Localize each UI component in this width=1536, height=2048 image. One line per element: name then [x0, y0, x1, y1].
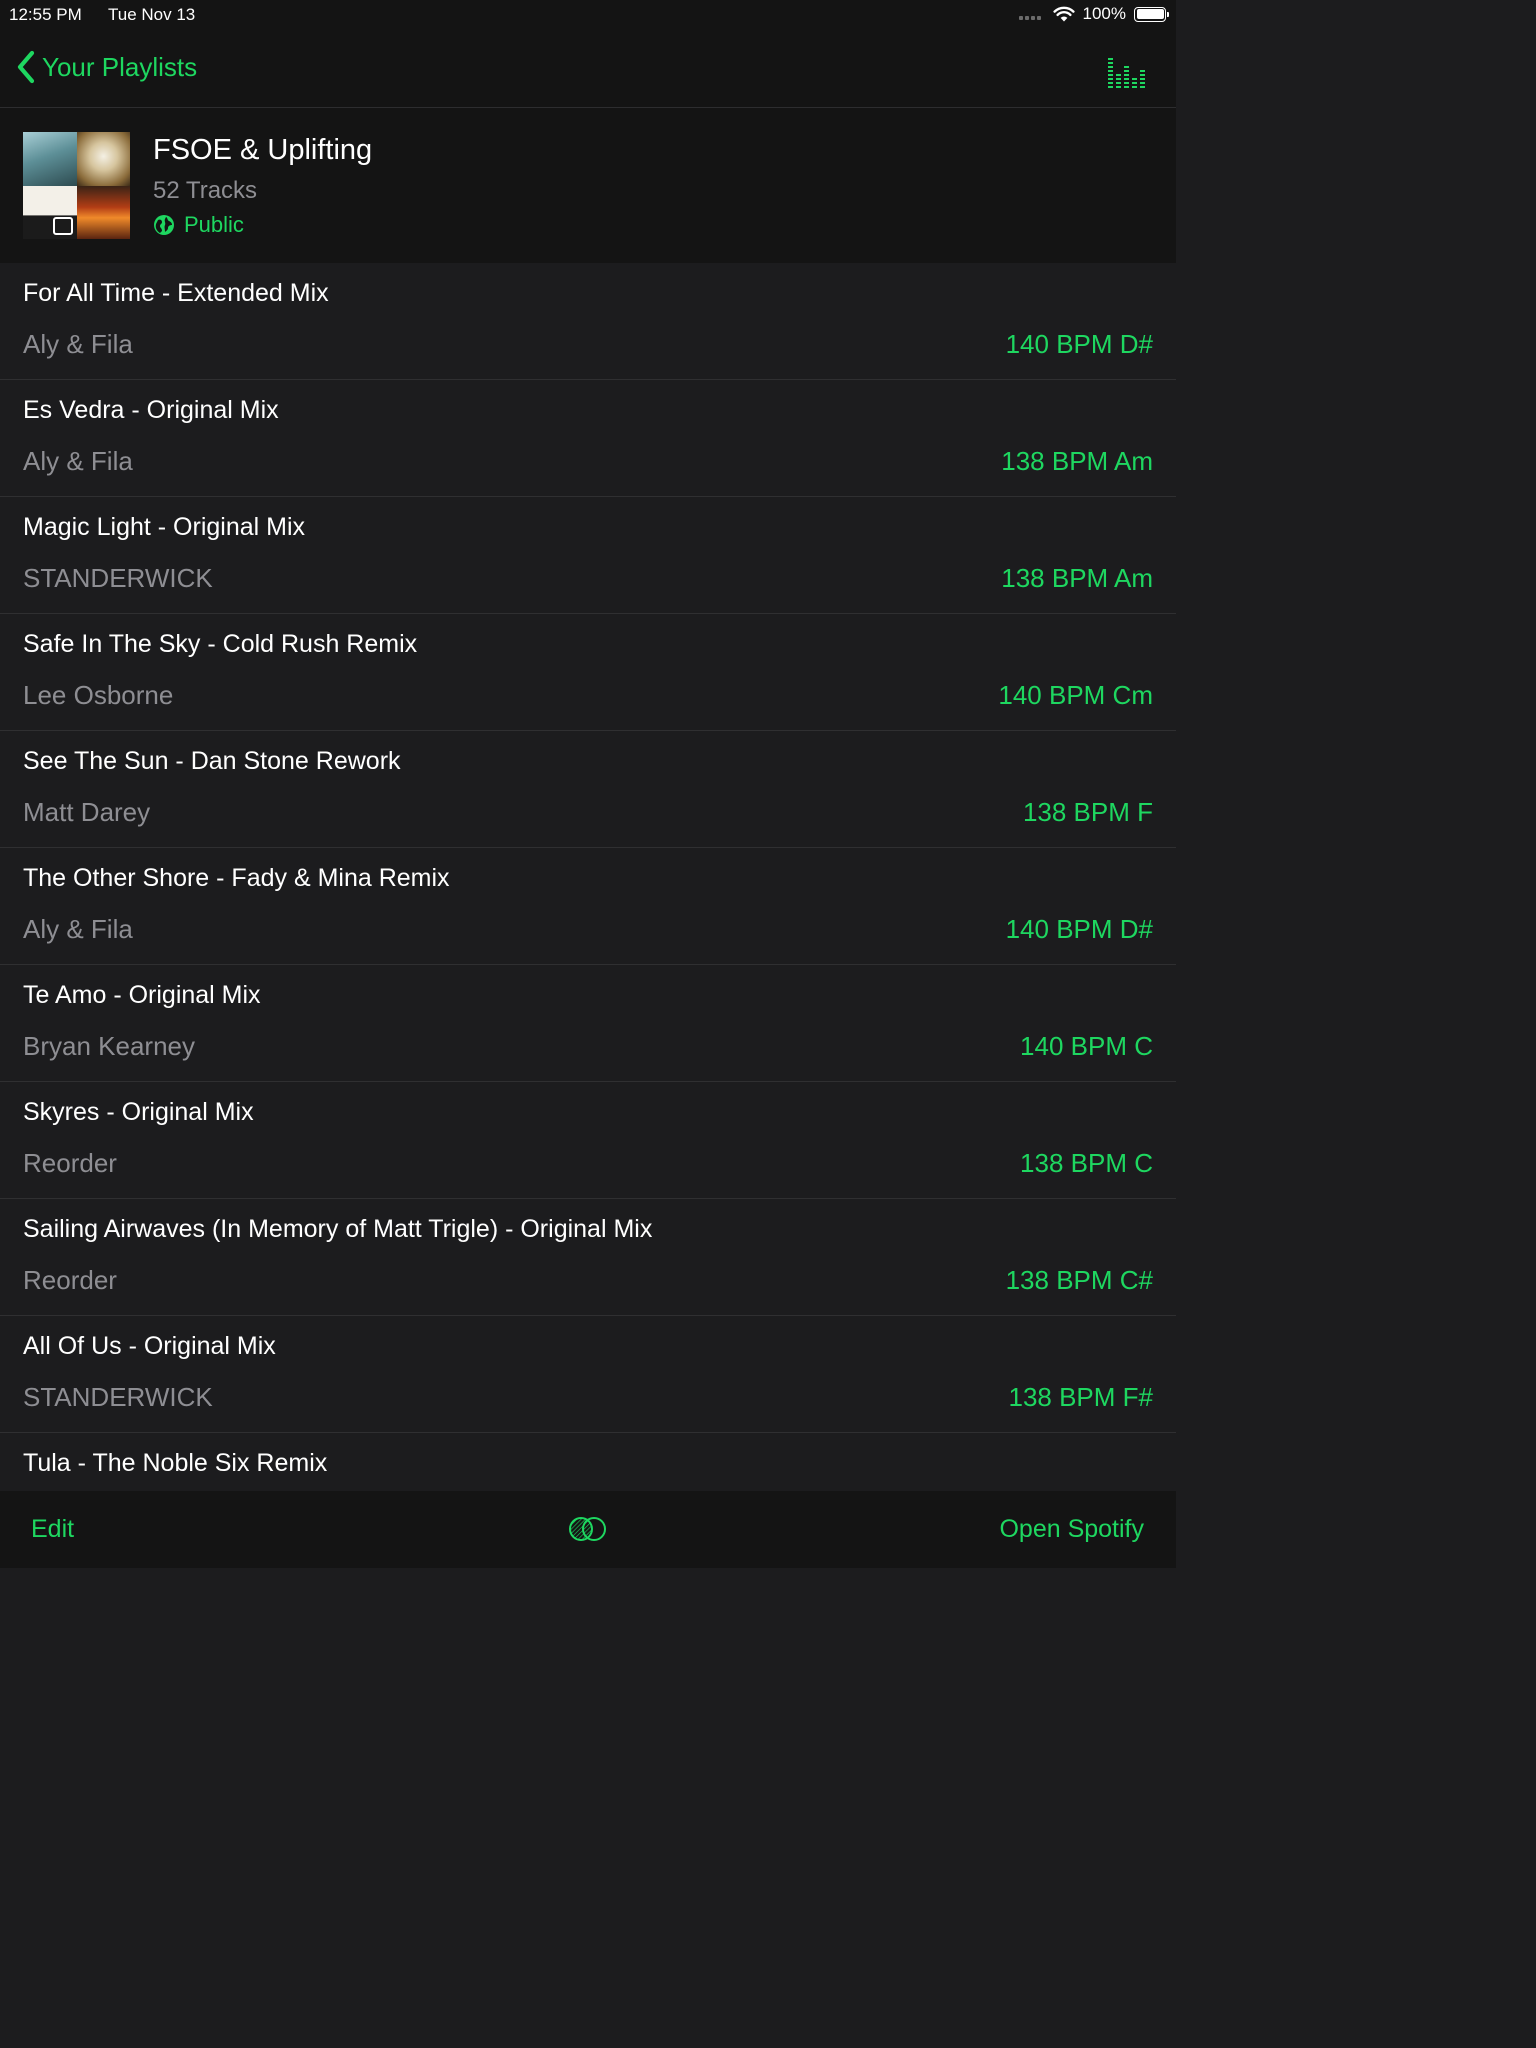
- track-title: Skyres - Original Mix: [23, 1098, 254, 1126]
- mix-button[interactable]: [568, 1515, 608, 1548]
- track-bpm-key: 138 BPM F#: [1008, 1382, 1153, 1412]
- track-title: For All Time - Extended Mix: [23, 279, 329, 307]
- track-row[interactable]: The Other Shore - Fady & Mina Remix Aly …: [0, 848, 1176, 965]
- mix-circles-icon: [569, 1517, 606, 1541]
- status-date: Tue Nov 13: [108, 5, 196, 24]
- track-bpm-key: 140 BPM Cm: [998, 680, 1153, 710]
- track-row[interactable]: See The Sun - Dan Stone Rework Matt Dare…: [0, 731, 1176, 848]
- status-bar: 12:55 PM Tue Nov 13 100%: [0, 0, 1176, 30]
- track-row[interactable]: For All Time - Extended Mix Aly & Fila 1…: [0, 263, 1176, 380]
- back-button[interactable]: Your Playlists: [16, 50, 197, 84]
- track-bpm-key: 140 BPM D#: [1005, 329, 1153, 359]
- playlist-track-count: 52 Tracks: [153, 177, 258, 204]
- track-title: Te Amo - Original Mix: [23, 981, 261, 1009]
- track-artist: Aly & Fila: [23, 914, 133, 944]
- cover-tile-3: [23, 185, 77, 239]
- track-list: For All Time - Extended Mix Aly & Fila 1…: [0, 263, 1176, 1550]
- cover-tile-1: [23, 132, 77, 186]
- track-artist: STANDERWICK: [23, 563, 213, 593]
- track-title: Sailing Airwaves (In Memory of Matt Trig…: [23, 1215, 653, 1243]
- navigation-bar: Your Playlists: [0, 30, 1176, 108]
- status-time: 12:55 PM: [9, 5, 82, 24]
- playlist-title: FSOE & Uplifting: [153, 134, 373, 166]
- track-artist: Aly & Fila: [23, 329, 133, 359]
- playlist-screen: 12:55 PM Tue Nov 13 100% Your Playlists: [0, 0, 1176, 1568]
- playlist-visibility: Public: [153, 212, 244, 238]
- cover-tile-2: [76, 132, 130, 186]
- track-title: See The Sun - Dan Stone Rework: [23, 747, 401, 775]
- equalizer-icon: [1108, 58, 1145, 88]
- track-bpm-key: 138 BPM C#: [1005, 1265, 1153, 1295]
- track-row[interactable]: Es Vedra - Original Mix Aly & Fila 138 B…: [0, 380, 1176, 497]
- track-row[interactable]: Sailing Airwaves (In Memory of Matt Trig…: [0, 1199, 1176, 1316]
- track-title: All Of Us - Original Mix: [23, 1332, 276, 1360]
- globe-icon: [154, 215, 174, 235]
- track-bpm-key: 138 BPM Am: [1001, 563, 1153, 593]
- track-title: Magic Light - Original Mix: [23, 513, 306, 541]
- track-artist: Aly & Fila: [23, 446, 133, 476]
- status-indicators: 100%: [1018, 4, 1169, 24]
- bottom-toolbar: Edit Open Spotify: [0, 1491, 1176, 1568]
- track-title: Es Vedra - Original Mix: [23, 396, 279, 424]
- back-button-label: Your Playlists: [42, 51, 198, 82]
- track-row[interactable]: Magic Light - Original Mix STANDERWICK 1…: [0, 497, 1176, 614]
- equalizer-button[interactable]: [1108, 56, 1146, 93]
- track-row[interactable]: All Of Us - Original Mix STANDERWICK 138…: [0, 1316, 1176, 1433]
- open-spotify-button[interactable]: Open Spotify: [999, 1515, 1144, 1544]
- battery-percent: 100%: [1082, 4, 1126, 23]
- track-bpm-key: 140 BPM D#: [1005, 914, 1153, 944]
- edit-button[interactable]: Edit: [31, 1515, 74, 1544]
- track-title: Tula - The Noble Six Remix: [23, 1449, 328, 1477]
- playlist-cover-image: [23, 132, 130, 239]
- playlist-visibility-label: Public: [184, 212, 244, 237]
- track-artist: Reorder: [23, 1265, 117, 1295]
- playlist-header: FSOE & Uplifting 52 Tracks Public: [0, 108, 1176, 263]
- cover-tile-4: [76, 185, 130, 239]
- track-title: Safe In The Sky - Cold Rush Remix: [23, 630, 418, 658]
- wifi-icon: [1052, 6, 1075, 22]
- cellular-dots-icon: [1018, 16, 1041, 20]
- track-title: The Other Shore - Fady & Mina Remix: [23, 864, 450, 892]
- track-artist: Matt Darey: [23, 797, 151, 827]
- track-bpm-key: 138 BPM F: [1022, 797, 1153, 827]
- track-artist: Reorder: [23, 1148, 117, 1178]
- track-bpm-key: 140 BPM C: [1020, 1031, 1153, 1061]
- battery-level: [1136, 9, 1164, 19]
- track-artist: Lee Osborne: [23, 680, 174, 710]
- chevron-left-icon: [17, 50, 35, 84]
- track-artist: STANDERWICK: [23, 1382, 213, 1412]
- track-row[interactable]: Te Amo - Original Mix Bryan Kearney 140 …: [0, 965, 1176, 1082]
- track-bpm-key: 138 BPM Am: [1001, 446, 1153, 476]
- track-bpm-key: 138 BPM C: [1020, 1148, 1153, 1178]
- track-artist: Bryan Kearney: [23, 1031, 195, 1061]
- track-row[interactable]: Safe In The Sky - Cold Rush Remix Lee Os…: [0, 614, 1176, 731]
- battery-icon: [1134, 6, 1169, 22]
- track-row[interactable]: Skyres - Original Mix Reorder 138 BPM C: [0, 1082, 1176, 1199]
